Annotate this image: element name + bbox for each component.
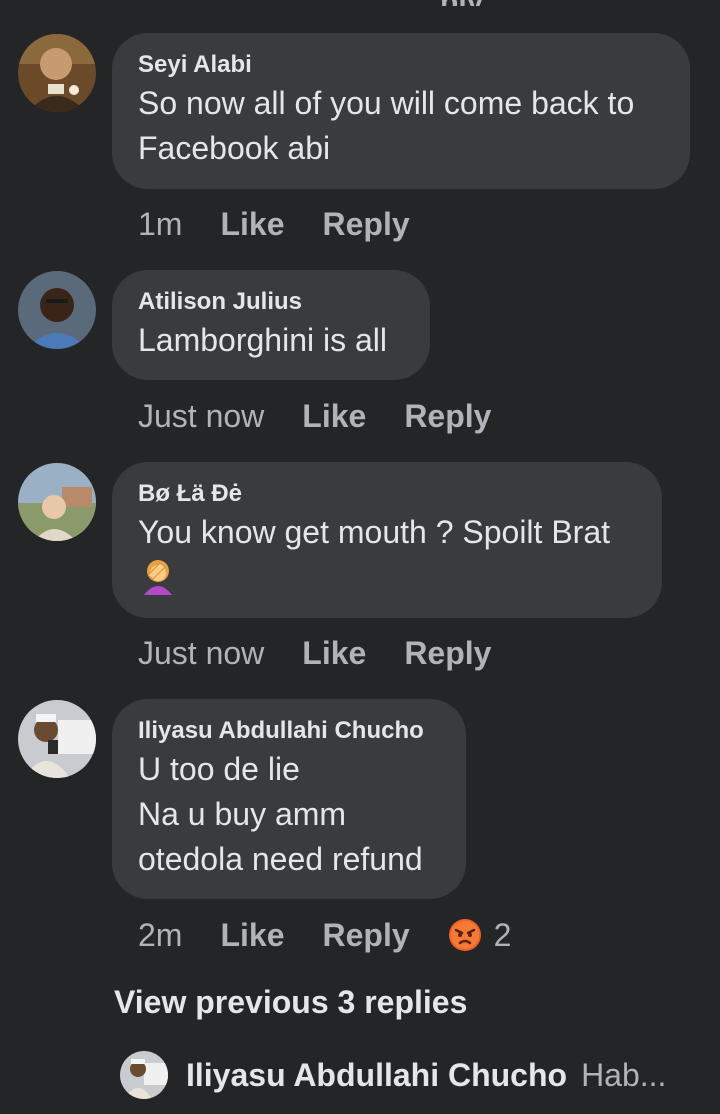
reply-button[interactable]: Reply	[322, 206, 409, 243]
reply-snippet: Hab...	[581, 1056, 667, 1093]
comment-bubble: Atilison Julius Lamborghini is all	[112, 270, 430, 380]
reply-button[interactable]: Reply	[404, 635, 491, 672]
comment-text: So now all of you will come back to Face…	[138, 85, 635, 166]
reply-button[interactable]: Reply	[322, 917, 409, 954]
comment-actions: Just now Like Reply	[138, 396, 529, 436]
avatar[interactable]	[18, 34, 96, 112]
comment-text: U too de lie Na u buy amm otedola need r…	[138, 751, 423, 877]
comment-actions: 1m Like Reply	[138, 204, 448, 244]
reaction-count: 2	[493, 916, 512, 953]
comment-actions: 2m Like Reply 2	[138, 915, 511, 955]
comment-bubble: Bø Łä Đė You know get mouth ? Spoilt Bra…	[112, 462, 662, 618]
like-button[interactable]: Like	[302, 398, 366, 435]
comment-text: You know get mouth ? Spoilt Brat	[138, 514, 610, 550]
avatar	[120, 1051, 168, 1099]
comment-timestamp[interactable]: Just now	[138, 398, 264, 435]
cut-off-reply-link: ply	[440, 0, 500, 6]
comment-bubble: Iliyasu Abdullahi Chucho U too de lie Na…	[112, 699, 466, 899]
view-previous-replies-link[interactable]: View previous 3 replies	[114, 984, 467, 1021]
avatar[interactable]	[18, 700, 96, 778]
reply-preview[interactable]: Iliyasu Abdullahi Chucho Hab...	[120, 1050, 666, 1100]
angry-reaction-icon	[448, 918, 482, 952]
comment-timestamp[interactable]: 2m	[138, 917, 182, 954]
avatar[interactable]	[18, 463, 96, 541]
reaction-summary[interactable]: 2	[448, 916, 512, 954]
like-button[interactable]: Like	[220, 917, 284, 954]
reply-button[interactable]: Reply	[404, 398, 491, 435]
comment-author[interactable]: Atilison Julius	[138, 288, 402, 316]
comment-author[interactable]: Iliyasu Abdullahi Chucho	[138, 717, 438, 745]
avatar[interactable]	[18, 271, 96, 349]
comment-timestamp[interactable]: Just now	[138, 635, 264, 672]
comment-text: Lamborghini is all	[138, 322, 388, 358]
reply-author: Iliyasu Abdullahi Chucho	[186, 1056, 568, 1093]
face-palm-emoji-icon	[138, 555, 178, 595]
comment-actions: Just now Like Reply	[138, 633, 529, 673]
comment-timestamp[interactable]: 1m	[138, 206, 182, 243]
like-button[interactable]: Like	[302, 635, 366, 672]
comment-bubble: Seyi Alabi So now all of you will come b…	[112, 33, 690, 189]
like-button[interactable]: Like	[220, 206, 284, 243]
comment-author[interactable]: Seyi Alabi	[138, 51, 662, 79]
comment-author[interactable]: Bø Łä Đė	[138, 480, 634, 508]
